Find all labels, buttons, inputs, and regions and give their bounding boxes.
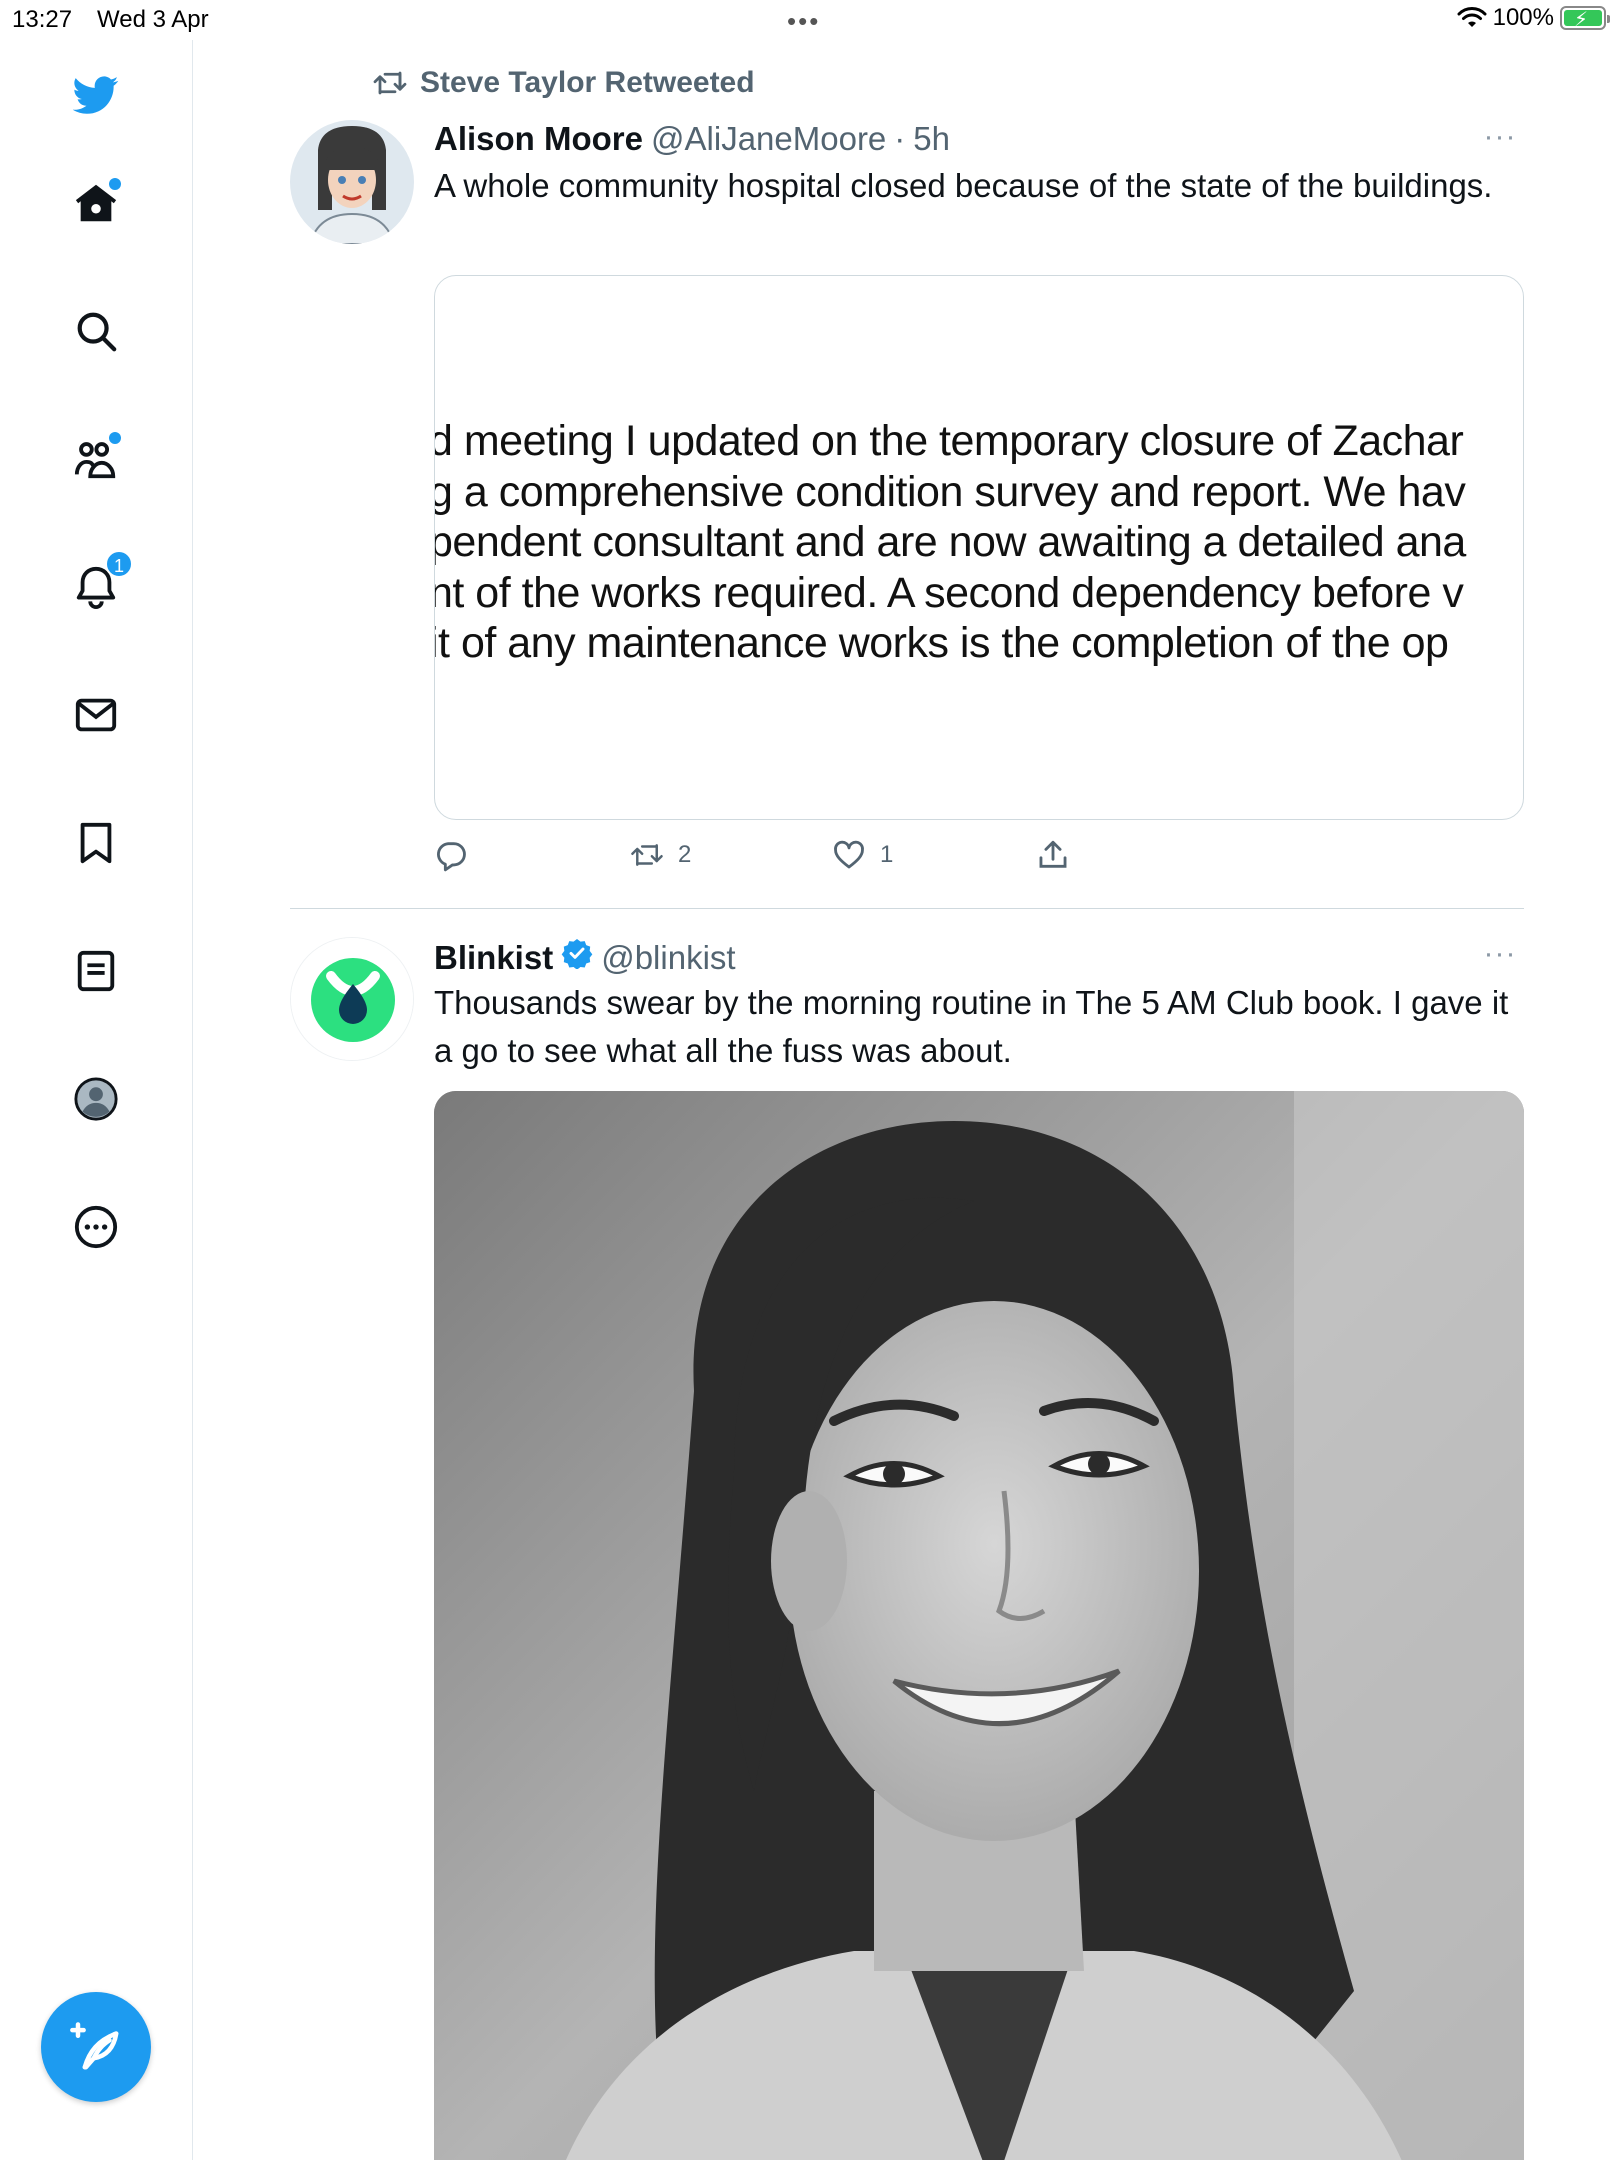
document-text: d meeting I updated on the temporary clo… — [434, 416, 1523, 669]
tweet-time[interactable]: 5h — [913, 120, 950, 158]
author-handle[interactable]: @AliJaneMoore — [651, 120, 886, 158]
status-indicators: 100% ⚡ — [1457, 4, 1610, 32]
nav-lists[interactable] — [65, 940, 127, 1002]
nav-profile[interactable] — [65, 1068, 127, 1130]
tweet-header: Alison Moore @AliJaneMoore · 5h — [434, 120, 950, 158]
tweet-text: Thousands swear by the morning routine i… — [434, 984, 1509, 1069]
tweet-more-icon[interactable]: ··· — [1480, 939, 1520, 969]
alison-avatar-icon — [290, 120, 414, 244]
nav-notifications[interactable]: 1 — [65, 550, 133, 618]
compose-tweet-button[interactable] — [41, 1992, 151, 2102]
woman-portrait-photo — [434, 1091, 1524, 2160]
retweet-context: Steve Taylor Retweeted — [372, 66, 755, 100]
home-unread-dot — [109, 178, 121, 190]
status-bar: 13:27 Wed 3 Apr ••• 100% ⚡ — [0, 0, 1620, 40]
wifi-icon — [1457, 7, 1487, 27]
nav-communities[interactable] — [65, 428, 127, 490]
tweet-media-document[interactable]: d meeting I updated on the temporary clo… — [434, 275, 1524, 820]
compose-feather-icon — [70, 2022, 119, 2070]
like-button[interactable]: 1 — [832, 838, 893, 872]
nav-more[interactable] — [65, 1196, 127, 1258]
like-count: 1 — [880, 841, 894, 868]
avatar[interactable] — [290, 937, 414, 1061]
more-icon — [74, 1205, 118, 1249]
status-time: 13:27 — [12, 6, 73, 33]
notifications-badge: 1 — [105, 550, 133, 578]
retweet-icon — [373, 71, 407, 95]
document-line: g a comprehensive condition survey and r… — [434, 467, 1466, 516]
document-line: it of any maintenance works is the compl… — [434, 619, 1449, 667]
nav-home[interactable] — [65, 172, 127, 234]
bird-icon — [73, 76, 119, 114]
communities-unread-dot — [109, 432, 121, 444]
blinkist-logo-icon — [291, 938, 413, 1060]
profile-icon — [74, 1077, 118, 1121]
sidebar-nav: 1 — [0, 40, 193, 2160]
search-icon — [77, 312, 117, 352]
status-date: Wed 3 Apr — [97, 6, 209, 33]
messages-icon — [75, 698, 117, 732]
header-separator: · — [894, 120, 906, 157]
tweet-alison-moore[interactable]: Steve Taylor Retweeted Alison Moore @Ali… — [290, 40, 1524, 910]
author-name[interactable]: Blinkist — [434, 939, 553, 977]
retweet-button[interactable]: 2 — [630, 838, 691, 872]
document-line: pendent consultant and are now awaiting … — [434, 518, 1466, 566]
reply-icon — [437, 842, 466, 872]
author-handle[interactable]: @blinkist — [601, 939, 735, 977]
nav-search[interactable] — [65, 300, 127, 362]
tweet-media-photo[interactable] — [434, 1091, 1524, 2160]
avatar[interactable] — [290, 120, 414, 244]
author-name[interactable]: Alison Moore — [434, 120, 643, 158]
reply-button[interactable] — [434, 838, 482, 872]
twitter-logo[interactable] — [65, 64, 127, 126]
battery-icon: ⚡ — [1560, 6, 1610, 31]
retweet-count: 2 — [678, 841, 692, 868]
document-line: d meeting I updated on the temporary clo… — [434, 417, 1464, 465]
nav-bookmarks[interactable] — [65, 812, 127, 874]
bookmarks-icon — [80, 822, 112, 864]
share-icon — [1039, 840, 1067, 868]
retweeted-by-label[interactable]: Steve Taylor Retweeted — [420, 66, 755, 100]
multitasking-dots-icon[interactable]: ••• — [787, 6, 820, 37]
retweet-icon — [631, 844, 663, 866]
share-button[interactable] — [1036, 838, 1070, 872]
tweet-blinkist[interactable]: Blinkist @blinkist ··· Thousands swear b… — [290, 909, 1524, 2160]
battery-percentage: 100% — [1492, 4, 1554, 31]
verified-badge-icon — [561, 939, 593, 969]
tweet-more-icon[interactable]: ··· — [1480, 122, 1520, 152]
lists-icon — [77, 950, 115, 992]
timeline-feed: Steve Taylor Retweeted Alison Moore @Ali… — [194, 40, 1620, 2160]
nav-messages[interactable] — [65, 684, 127, 746]
tweet-text: A whole community hospital closed becaus… — [434, 167, 1493, 204]
tweet-header: Blinkist @blinkist — [434, 937, 736, 977]
heart-icon — [834, 840, 864, 869]
document-line: nt of the works required. A second depen… — [434, 568, 1464, 617]
